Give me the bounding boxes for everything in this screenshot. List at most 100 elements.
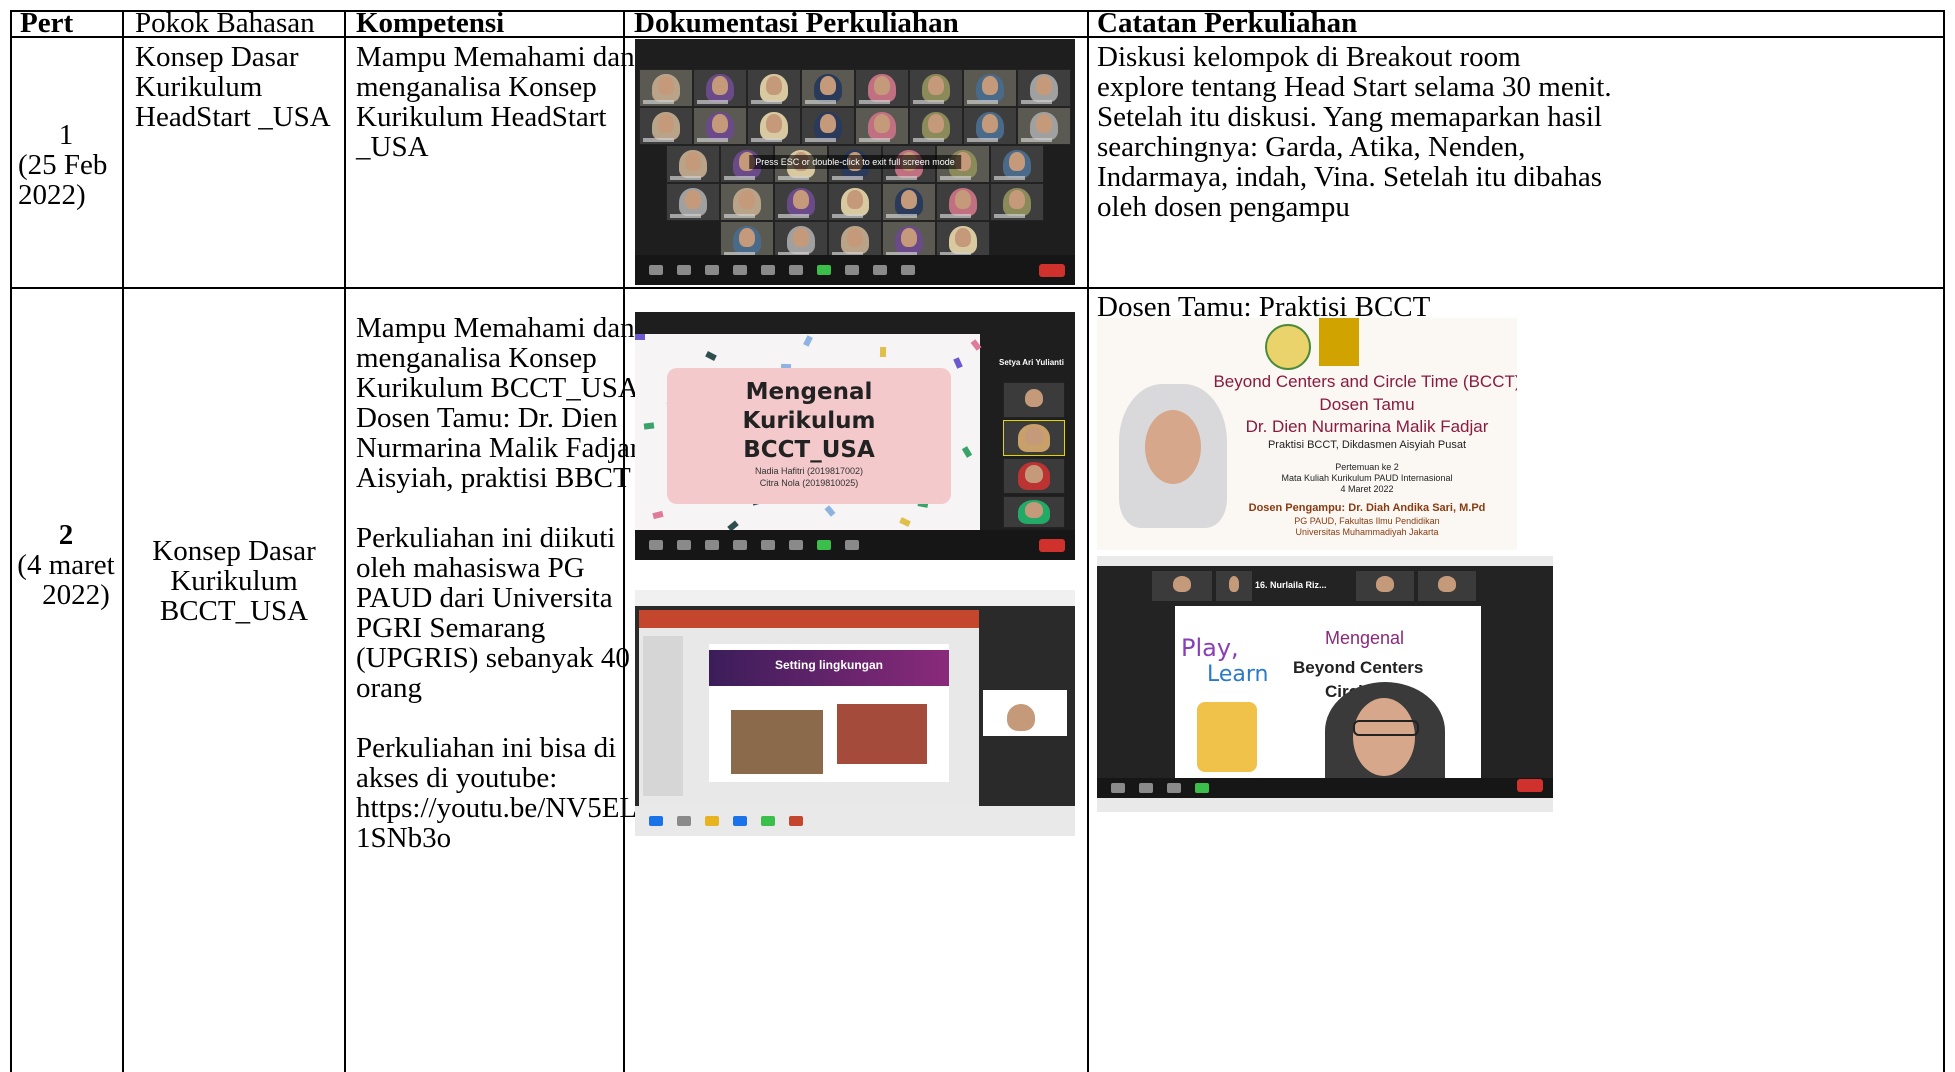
participant-tile: [666, 145, 720, 183]
participant-tile: [666, 183, 720, 221]
row2-kompetensi-line: Aisyiah, praktisi BBCT: [356, 462, 631, 494]
record-icon: [845, 265, 859, 275]
shared-slide: Play, Learn Mengenal Beyond Centers Circ…: [1175, 606, 1481, 780]
mute-icon: [649, 265, 663, 275]
row1-pokok-line: HeadStart _USA: [135, 101, 331, 133]
confetti-piece: [635, 334, 645, 340]
participant-tile: [990, 145, 1044, 183]
fullscreen-notice: Press ESC or double-click to exit full s…: [749, 154, 961, 169]
guest-lecture-poster: Beyond Centers and Circle Time (BCCT) Do…: [1097, 318, 1517, 550]
speaker-name: Setya Ari Yulianti: [999, 358, 1064, 367]
column-divider: [1087, 10, 1089, 1072]
confetti-piece: [824, 505, 836, 517]
powerpoint-ribbon: [639, 610, 979, 628]
participant-tile: [936, 183, 990, 221]
participant-name: 16. Nurlaila Riz...: [1255, 580, 1327, 590]
participant-tile: [1003, 420, 1065, 456]
participant-tile: [1151, 570, 1213, 602]
participant-tile: [909, 107, 963, 145]
classroom-photo: [731, 710, 823, 774]
poster-meeting: 4 Maret 2022: [1340, 484, 1394, 494]
participant-tile: [1003, 496, 1065, 528]
header-pokok-bahasan: Pokok Bahasan: [135, 7, 315, 39]
confetti-piece: [899, 517, 911, 527]
powerpoint-window: Setting lingkungan: [639, 610, 979, 806]
participant-tile: [855, 69, 909, 107]
participant-tile: [693, 69, 747, 107]
poster-speaker-name: Dr. Dien Nurmarina Malik Fadjar: [1245, 417, 1489, 436]
mute-icon: [1111, 783, 1125, 793]
participant-tile: [693, 107, 747, 145]
chat-icon: [789, 540, 803, 550]
zoom-powerpoint-screenshot: Setting lingkungan: [635, 590, 1075, 836]
share-screen-icon: [817, 265, 831, 275]
table-border-right: [1943, 10, 1945, 1072]
speaker-video: [1325, 682, 1445, 780]
participant-tile: [882, 183, 936, 221]
confetti-piece: [803, 335, 813, 347]
participant-tile: [1017, 69, 1071, 107]
participant-tile: [963, 107, 1017, 145]
poster-lecturer: Dosen Pengampu: Dr. Diah Andika Sari, M.…: [1248, 502, 1486, 514]
polls-icon: [761, 540, 775, 550]
windows-taskbar: [1097, 798, 1553, 812]
end-button: [1039, 264, 1065, 277]
confetti-piece: [970, 339, 982, 351]
poster-meeting: Mata Kuliah Kurikulum PAUD Internasional: [1281, 473, 1453, 483]
classroom-photo: [837, 704, 927, 764]
current-slide: Setting lingkungan: [709, 644, 949, 782]
participant-tile: [963, 69, 1017, 107]
university-logo: [1265, 324, 1311, 370]
chat-icon: [789, 265, 803, 275]
breakout-icon: [873, 265, 887, 275]
zoom-slide-screenshot: Mengenal Kurikulum BCCT_USA Nadia Hafitr…: [635, 312, 1075, 560]
video-icon: [677, 265, 691, 275]
row1-catatan-line: oleh dosen pengampu: [1097, 191, 1350, 223]
slide-presenter: Citra Nola (2019810025): [759, 478, 859, 488]
share-screen-icon: [817, 540, 831, 550]
poster-title: Beyond Centers and Circle Time (BCCT): [1213, 372, 1517, 391]
poster-meeting: Pertemuan ke 2: [1335, 462, 1399, 472]
zoom-toolbar: [1097, 778, 1553, 798]
participant-tile: [1003, 382, 1065, 418]
participant-tile: [855, 107, 909, 145]
participant-tile: [1355, 570, 1415, 602]
video-icon: [1139, 783, 1153, 793]
record-icon: [845, 540, 859, 550]
participant-tile: [1003, 458, 1065, 494]
security-icon: [705, 540, 719, 550]
end-button: [1039, 539, 1065, 552]
participant-tile: [747, 107, 801, 145]
slide-area: Mengenal Kurikulum BCCT_USA Nadia Hafitr…: [635, 334, 982, 534]
slide-title-box: Mengenal Kurikulum BCCT_USA Nadia Hafitr…: [667, 368, 951, 504]
column-divider: [344, 10, 346, 1072]
polls-icon: [761, 265, 775, 275]
participant-tile: [639, 107, 693, 145]
window-titlebar: [635, 590, 1075, 606]
reactions-icon: [901, 265, 915, 275]
zoom-toolbar: [635, 530, 1075, 560]
slide-title-line: Mengenal: [745, 379, 873, 405]
confetti-piece: [953, 357, 963, 369]
slide-heading: Setting lingkungan: [775, 658, 883, 672]
share-screen-icon: [1195, 783, 1209, 793]
participant-tile: [801, 69, 855, 107]
end-button: [1517, 779, 1543, 792]
app-icon: [761, 816, 775, 826]
participant-tile: [720, 221, 774, 259]
participant-tile: [828, 183, 882, 221]
row1-pert-date-line2: 2022): [18, 179, 86, 211]
video-icon: [677, 540, 691, 550]
slide-presenter: Nadia Hafitri (2019817002): [754, 466, 864, 476]
zoom-share-screenshot: 16. Nurlaila Riz... Play, Learn Mengenal…: [1097, 556, 1553, 812]
participant-tile: [639, 69, 693, 107]
row2-kompetensi-line: orang: [356, 672, 423, 704]
zoom-gallery-screenshot: Press ESC or double-click to exit full s…: [635, 39, 1075, 285]
row1-kompetensi-line: _USA: [356, 131, 429, 163]
participant-tile: [882, 221, 936, 259]
start-icon: [649, 816, 663, 826]
confetti-piece: [652, 510, 664, 520]
poster-subtitle: Dosen Tamu: [1319, 395, 1415, 414]
column-divider: [623, 10, 625, 1072]
kids-illustration: [1197, 702, 1257, 772]
